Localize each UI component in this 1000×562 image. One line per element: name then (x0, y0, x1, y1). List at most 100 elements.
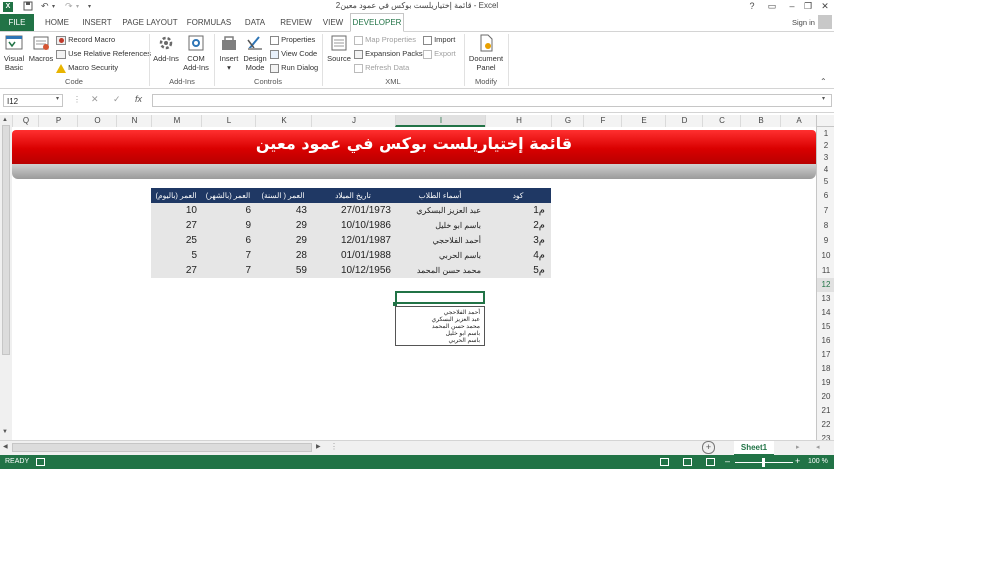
row-header[interactable]: 17 (817, 348, 834, 362)
select-all-corner[interactable] (816, 115, 834, 127)
map-properties-button[interactable]: Map Properties (354, 34, 416, 46)
column-header-q[interactable]: Q (12, 115, 39, 127)
row-header[interactable]: 18 (817, 362, 834, 376)
sign-in-link[interactable]: Sign in (792, 18, 815, 27)
com-add-ins-button[interactable]: COM Add-Ins (181, 34, 211, 72)
cell-code[interactable]: م1 (485, 203, 545, 218)
visual-basic-button[interactable]: Visual Basic (2, 34, 26, 72)
insert-control-button[interactable]: Insert ▾ (217, 34, 241, 72)
help-button[interactable]: ? (745, 0, 759, 13)
design-mode-button[interactable]: Design Mode (242, 34, 268, 72)
row-header-selected[interactable]: 12 (817, 278, 834, 292)
refresh-data-button[interactable]: Refresh Data (354, 62, 409, 74)
cell-student-name[interactable]: باسم ابو خليل (395, 218, 481, 233)
row-header[interactable]: 8 (817, 218, 834, 233)
row-header[interactable]: 5 (817, 176, 834, 188)
scroll-up-icon[interactable]: ▲ (2, 117, 8, 123)
tab-data[interactable]: DATA (240, 14, 270, 31)
column-header-j[interactable]: J (311, 115, 396, 127)
expansion-packs-button[interactable]: Expansion Packs (354, 48, 423, 60)
cell-birth-date[interactable]: 01/01/1988 (311, 248, 391, 263)
row-header[interactable]: 13 (817, 292, 834, 306)
row-header[interactable]: 22 (817, 418, 834, 432)
user-avatar-icon[interactable] (818, 15, 832, 29)
add-ins-button[interactable]: Add-Ins (152, 34, 180, 63)
ribbon-display-button[interactable]: ▭ (765, 0, 779, 13)
cell-student-name[interactable]: باسم الحربي (395, 248, 481, 263)
list-box-item[interactable]: باسم ابو خليل (446, 330, 480, 337)
export-button[interactable]: Export (423, 48, 456, 60)
cell-age-days[interactable]: 5 (151, 248, 197, 263)
row-header[interactable]: 2 (817, 140, 834, 152)
name-box[interactable]: I12 (3, 94, 63, 107)
cell-code[interactable]: م4 (485, 248, 545, 263)
list-box-item[interactable]: محمد حسن المحمد (432, 323, 480, 330)
cell-age-years[interactable]: 28 (255, 248, 307, 263)
xml-source-button[interactable]: Source (325, 34, 353, 63)
vertical-scroll-thumb[interactable] (2, 125, 10, 355)
record-macro-button[interactable]: Record Macro (56, 34, 115, 46)
import-button[interactable]: Import (423, 34, 455, 46)
zoom-slider-thumb[interactable] (762, 458, 765, 467)
properties-button[interactable]: Properties (270, 34, 315, 46)
column-header-i[interactable]: I (395, 115, 486, 127)
tab-insert[interactable]: INSERT (80, 14, 114, 31)
expand-formula-bar-icon[interactable]: ▾ (822, 95, 825, 102)
row-header[interactable]: 11 (817, 263, 834, 278)
relative-references-button[interactable]: Use Relative References (56, 48, 151, 60)
new-sheet-icon[interactable]: + (702, 441, 715, 454)
restore-button[interactable]: ❐ (801, 0, 815, 13)
cell-age-years[interactable]: 43 (255, 203, 307, 218)
cell-code[interactable]: م5 (485, 263, 545, 278)
name-box-dropdown-icon[interactable]: ▾ (56, 95, 59, 102)
row-header[interactable]: 19 (817, 376, 834, 390)
macro-security-button[interactable]: Macro Security (56, 62, 118, 74)
column-header-f[interactable]: F (583, 115, 622, 127)
page-layout-view-icon[interactable] (683, 458, 692, 466)
macro-recording-icon[interactable] (36, 458, 45, 466)
cell-age-days[interactable]: 10 (151, 203, 197, 218)
tabs-next-icon[interactable]: ▸ (796, 443, 800, 451)
tab-home[interactable]: HOME (40, 14, 74, 31)
zoom-level[interactable]: 100 % (808, 458, 828, 465)
cell-age-months[interactable]: 6 (201, 203, 251, 218)
cell-birth-date[interactable]: 27/01/1973 (311, 203, 391, 218)
column-header-n[interactable]: N (116, 115, 152, 127)
view-code-button[interactable]: View Code (270, 48, 317, 60)
row-header[interactable]: 15 (817, 320, 834, 334)
row-header[interactable]: 7 (817, 203, 834, 218)
vertical-scrollbar[interactable]: ▲ ▼ (0, 115, 12, 440)
tab-split-grip-icon[interactable]: ⋮ (330, 442, 338, 451)
cell-code[interactable]: م3 (485, 233, 545, 248)
column-header-c[interactable]: C (702, 115, 741, 127)
enter-icon[interactable]: ✓ (113, 94, 121, 105)
insert-function-icon[interactable]: fx (135, 94, 142, 104)
cell-age-months[interactable]: 7 (201, 263, 251, 278)
cell-age-days[interactable]: 25 (151, 233, 197, 248)
tab-formulas[interactable]: FORMULAS (186, 14, 232, 31)
row-header[interactable]: 9 (817, 233, 834, 248)
row-header[interactable]: 10 (817, 248, 834, 263)
sheet-tab-sheet1[interactable]: Sheet1 (734, 441, 774, 456)
document-panel-button[interactable]: Document Panel (467, 34, 505, 72)
row-header[interactable]: 14 (817, 306, 834, 320)
column-header-d[interactable]: D (665, 115, 703, 127)
cell-age-years[interactable]: 29 (255, 233, 307, 248)
cell-code[interactable]: م2 (485, 218, 545, 233)
column-header-o[interactable]: O (77, 115, 117, 127)
scroll-right-icon[interactable]: ▶ (316, 443, 321, 450)
cell-birth-date[interactable]: 10/10/1986 (311, 218, 391, 233)
minimize-button[interactable]: – (785, 0, 799, 13)
formula-input[interactable] (152, 94, 832, 107)
collapse-ribbon-icon[interactable]: ⌃ (820, 77, 827, 86)
page-break-view-icon[interactable] (706, 458, 715, 466)
cell-birth-date[interactable]: 10/12/1956 (311, 263, 391, 278)
cell-age-months[interactable]: 6 (201, 233, 251, 248)
tabs-prev-icon[interactable]: ◂ (816, 443, 820, 451)
cell-age-months[interactable]: 9 (201, 218, 251, 233)
student-list-box[interactable]: أحمد الفلاحجي عبد العزيز البسكري محمد حس… (395, 306, 485, 346)
column-header-k[interactable]: K (255, 115, 312, 127)
tab-view[interactable]: VIEW (320, 14, 346, 31)
tab-page-layout[interactable]: PAGE LAYOUT (122, 14, 178, 31)
active-cell-i12[interactable] (395, 291, 485, 304)
